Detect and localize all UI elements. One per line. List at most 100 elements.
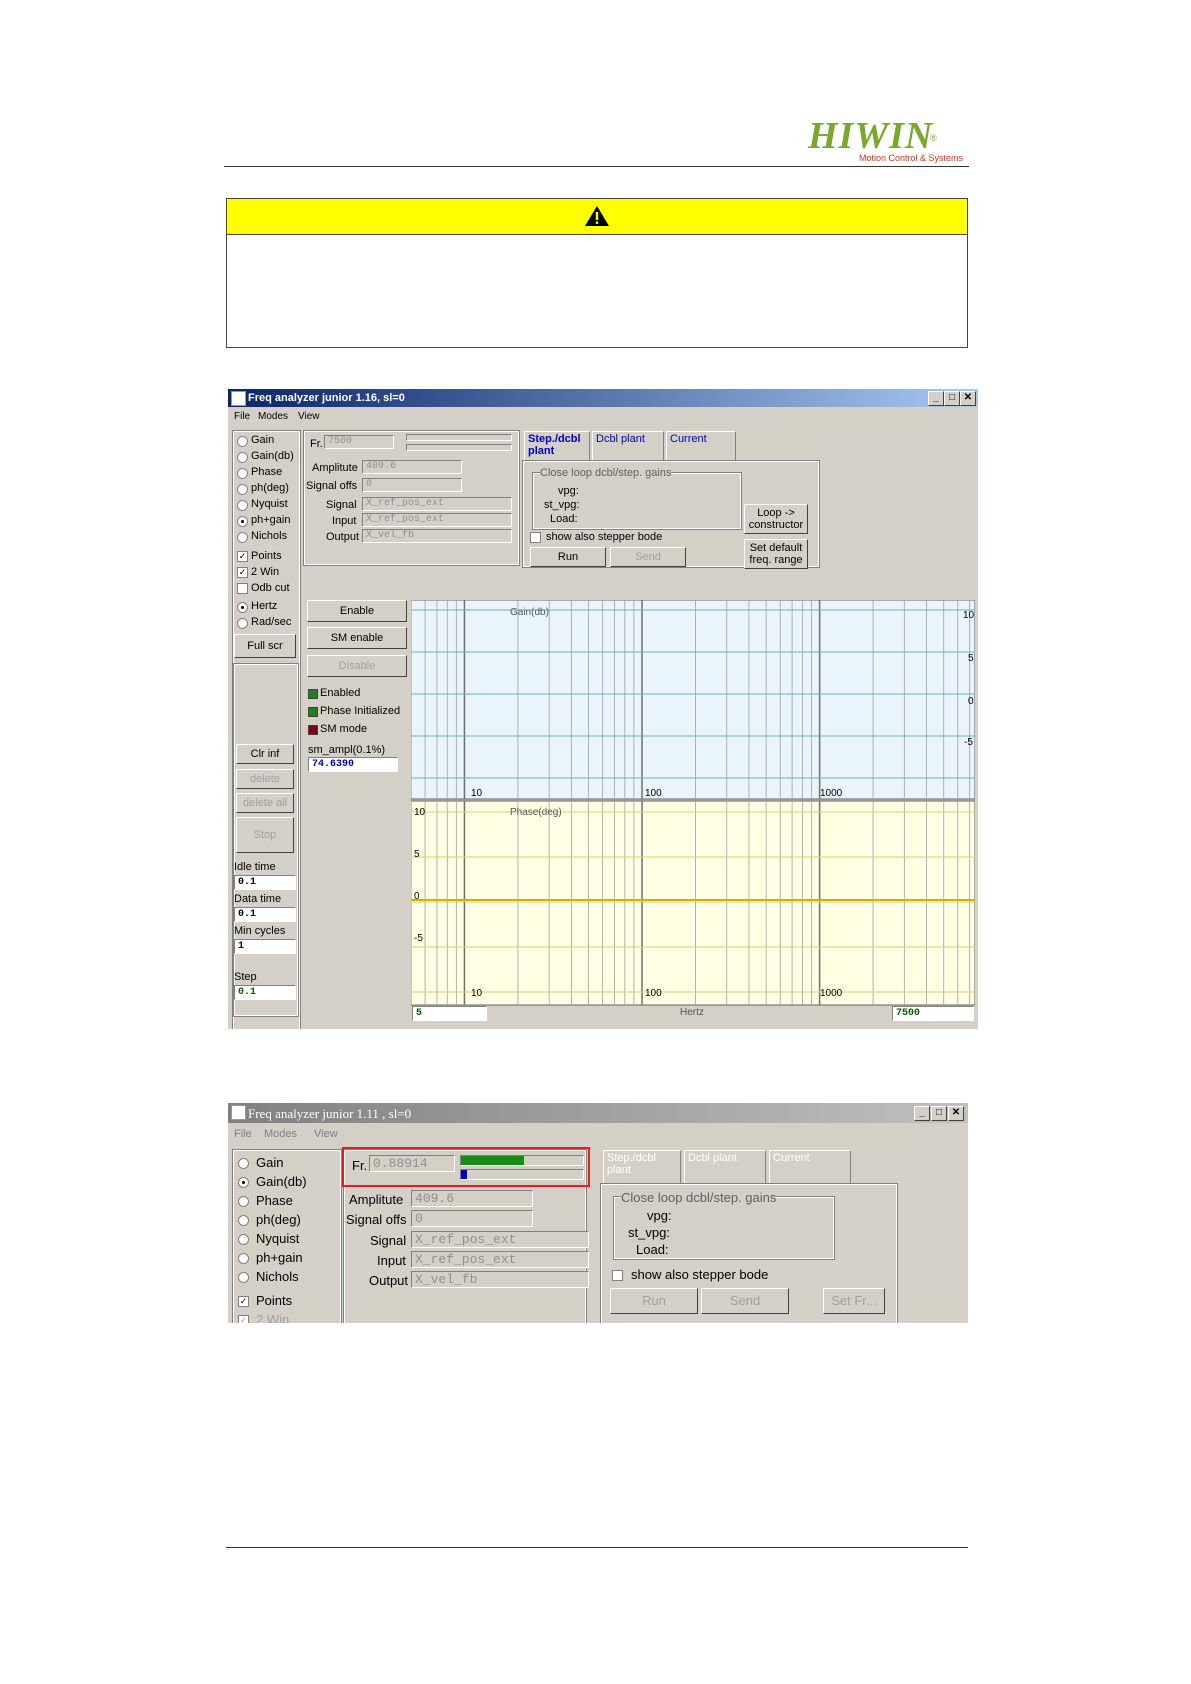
warning-box <box>226 198 968 348</box>
data-time-input[interactable]: 0.1 <box>234 907 296 922</box>
menu-file[interactable]: File <box>234 1128 252 1140</box>
clr-inf-button[interactable]: Clr inf <box>236 744 294 764</box>
checkbox-label: 2 Win <box>256 1312 290 1323</box>
signal-offs-field[interactable]: 0 <box>411 1210 533 1227</box>
radio-nyquist[interactable] <box>238 1234 249 1245</box>
tab-step-dcbl-plant[interactable]: Step./dcbl plant <box>524 431 590 461</box>
min-cycles-input[interactable]: 1 <box>234 939 296 954</box>
signal-label: Signal <box>326 499 357 511</box>
fr-field[interactable]: 0.88914 <box>369 1155 455 1172</box>
amplitude-label: Amplitute <box>349 1192 404 1207</box>
output-select[interactable]: X_vel_fb <box>362 529 512 543</box>
sm-enable-button[interactable]: SM enable <box>307 627 407 649</box>
radio-ph-deg[interactable] <box>238 1215 249 1226</box>
close-button[interactable]: ✕ <box>948 1106 964 1121</box>
signal-select[interactable]: X_ref_pos_ext <box>362 497 512 511</box>
radio-phase[interactable] <box>238 1196 249 1207</box>
points-checkbox[interactable]: ✓ <box>237 551 248 562</box>
radio-nichols[interactable] <box>238 1272 249 1283</box>
hiwin-logo: HIWIN <box>808 115 934 157</box>
phase-tick: 10 <box>414 807 426 818</box>
set-freq-button[interactable]: Set Fr... <box>823 1288 885 1314</box>
delete-all-button[interactable]: delete all <box>236 793 294 813</box>
show-stepper-label: show also stepper bode <box>631 1267 769 1282</box>
st-vpg-label: st_vpg: <box>628 1225 670 1240</box>
radio-hertz[interactable] <box>237 602 248 613</box>
run-button[interactable]: Run <box>610 1288 698 1314</box>
input-label: Input <box>377 1253 406 1268</box>
menu-modes[interactable]: Modes <box>264 1128 297 1140</box>
full-scr-button[interactable]: Full scr <box>234 634 296 658</box>
radio-ph-gain[interactable] <box>238 1253 249 1264</box>
gains-group-label: Close loop dcbl/step. gains <box>621 1190 777 1205</box>
radio-gain-db[interactable] <box>237 452 248 463</box>
phase-initialized-led-icon <box>308 707 318 717</box>
delete-button[interactable]: delete <box>236 769 294 789</box>
radio-label: Nichols <box>251 530 288 542</box>
input-select[interactable]: X_ref_pos_ext <box>362 513 512 527</box>
two-win-checkbox[interactable]: ✓ <box>238 1315 249 1323</box>
menu-modes[interactable]: Modes <box>258 411 288 422</box>
radio-gain[interactable] <box>237 436 248 447</box>
tab-current[interactable]: Current <box>769 1150 851 1184</box>
disable-button[interactable]: Disable <box>307 655 407 677</box>
tab-step-dcbl-plant[interactable]: Step./dcbl plant <box>603 1150 681 1184</box>
points-checkbox[interactable]: ✓ <box>238 1296 249 1307</box>
phase-tick: 0 <box>414 891 420 902</box>
freq-max-input[interactable]: 7500 <box>892 1006 974 1021</box>
tab-dcbl-plant[interactable]: Dcbl plant <box>684 1150 766 1184</box>
show-stepper-checkbox[interactable] <box>612 1270 623 1281</box>
tab-dcbl-plant[interactable]: Dcbl plant <box>592 431 664 461</box>
radio-gain[interactable] <box>238 1158 249 1169</box>
loop-constructor-button[interactable]: Loop -> constructor <box>744 504 808 534</box>
signal-select[interactable]: X_ref_pos_ext <box>411 1231 589 1248</box>
radio-phase[interactable] <box>237 468 248 479</box>
two-win-checkbox[interactable]: ✓ <box>237 567 248 578</box>
sm-ampl-field[interactable]: 74.6390 <box>308 757 398 772</box>
checkbox-label: Odb cut <box>251 582 290 594</box>
radio-label: Phase <box>251 466 283 478</box>
run-button[interactable]: Run <box>530 547 606 567</box>
radio-rad-sec[interactable] <box>237 618 248 629</box>
title-bar: Freq analyzer junior 1.16, sl=0 _ □ ✕ <box>228 389 978 407</box>
stop-button[interactable]: Stop <box>236 817 294 853</box>
menu-file[interactable]: File <box>234 411 250 422</box>
enable-button[interactable]: Enable <box>307 600 407 622</box>
freq-min-input[interactable]: 5 <box>412 1006 487 1021</box>
phase-tick: -5 <box>414 933 423 944</box>
maximize-button[interactable]: □ <box>944 391 960 406</box>
menu-view[interactable]: View <box>298 411 320 422</box>
radio-ph-gain[interactable] <box>237 516 248 527</box>
close-button[interactable]: ✕ <box>960 391 976 406</box>
menu-view[interactable]: View <box>314 1128 338 1140</box>
radio-ph-deg[interactable] <box>237 484 248 495</box>
maximize-button[interactable]: □ <box>931 1106 947 1121</box>
tab-current[interactable]: Current <box>666 431 736 461</box>
minimize-button[interactable]: _ <box>928 391 944 406</box>
checkbox-label: Points <box>256 1293 293 1308</box>
radio-gain-db[interactable] <box>238 1177 249 1188</box>
signal-label: Signal <box>370 1233 407 1248</box>
idle-time-input[interactable]: 0.1 <box>234 875 296 890</box>
signal-offs-field[interactable]: 0 <box>362 478 462 492</box>
show-stepper-checkbox[interactable] <box>530 532 541 543</box>
radio-nichols[interactable] <box>237 532 248 543</box>
minimize-button[interactable]: _ <box>914 1106 930 1121</box>
radio-nyquist[interactable] <box>237 500 248 511</box>
input-label: Input <box>332 515 357 527</box>
input-select[interactable]: X_ref_pos_ext <box>411 1251 589 1268</box>
freq-analyzer-window-2: Freq analyzer junior 1.11 , sl=0 _ □ ✕ F… <box>228 1103 968 1323</box>
send-button[interactable]: Send <box>610 547 686 567</box>
vpg-label: vpg: <box>647 1208 672 1223</box>
radio-label: Gain <box>251 434 275 446</box>
amplitude-field[interactable]: 409.6 <box>411 1190 533 1207</box>
send-button[interactable]: Send <box>701 1288 789 1314</box>
set-default-freq-range-button[interactable]: Set default freq. range <box>744 539 808 569</box>
step-input[interactable]: 0.1 <box>234 985 296 1000</box>
fr-field[interactable]: 7500 <box>324 435 394 449</box>
amplitude-field[interactable]: 409.6 <box>362 460 462 474</box>
progress-bar-secondary <box>460 1169 584 1180</box>
odb-cut-checkbox[interactable] <box>237 583 248 594</box>
signal-offs-label: Signal offs <box>306 480 358 492</box>
output-select[interactable]: X_vel_fb <box>411 1271 589 1288</box>
